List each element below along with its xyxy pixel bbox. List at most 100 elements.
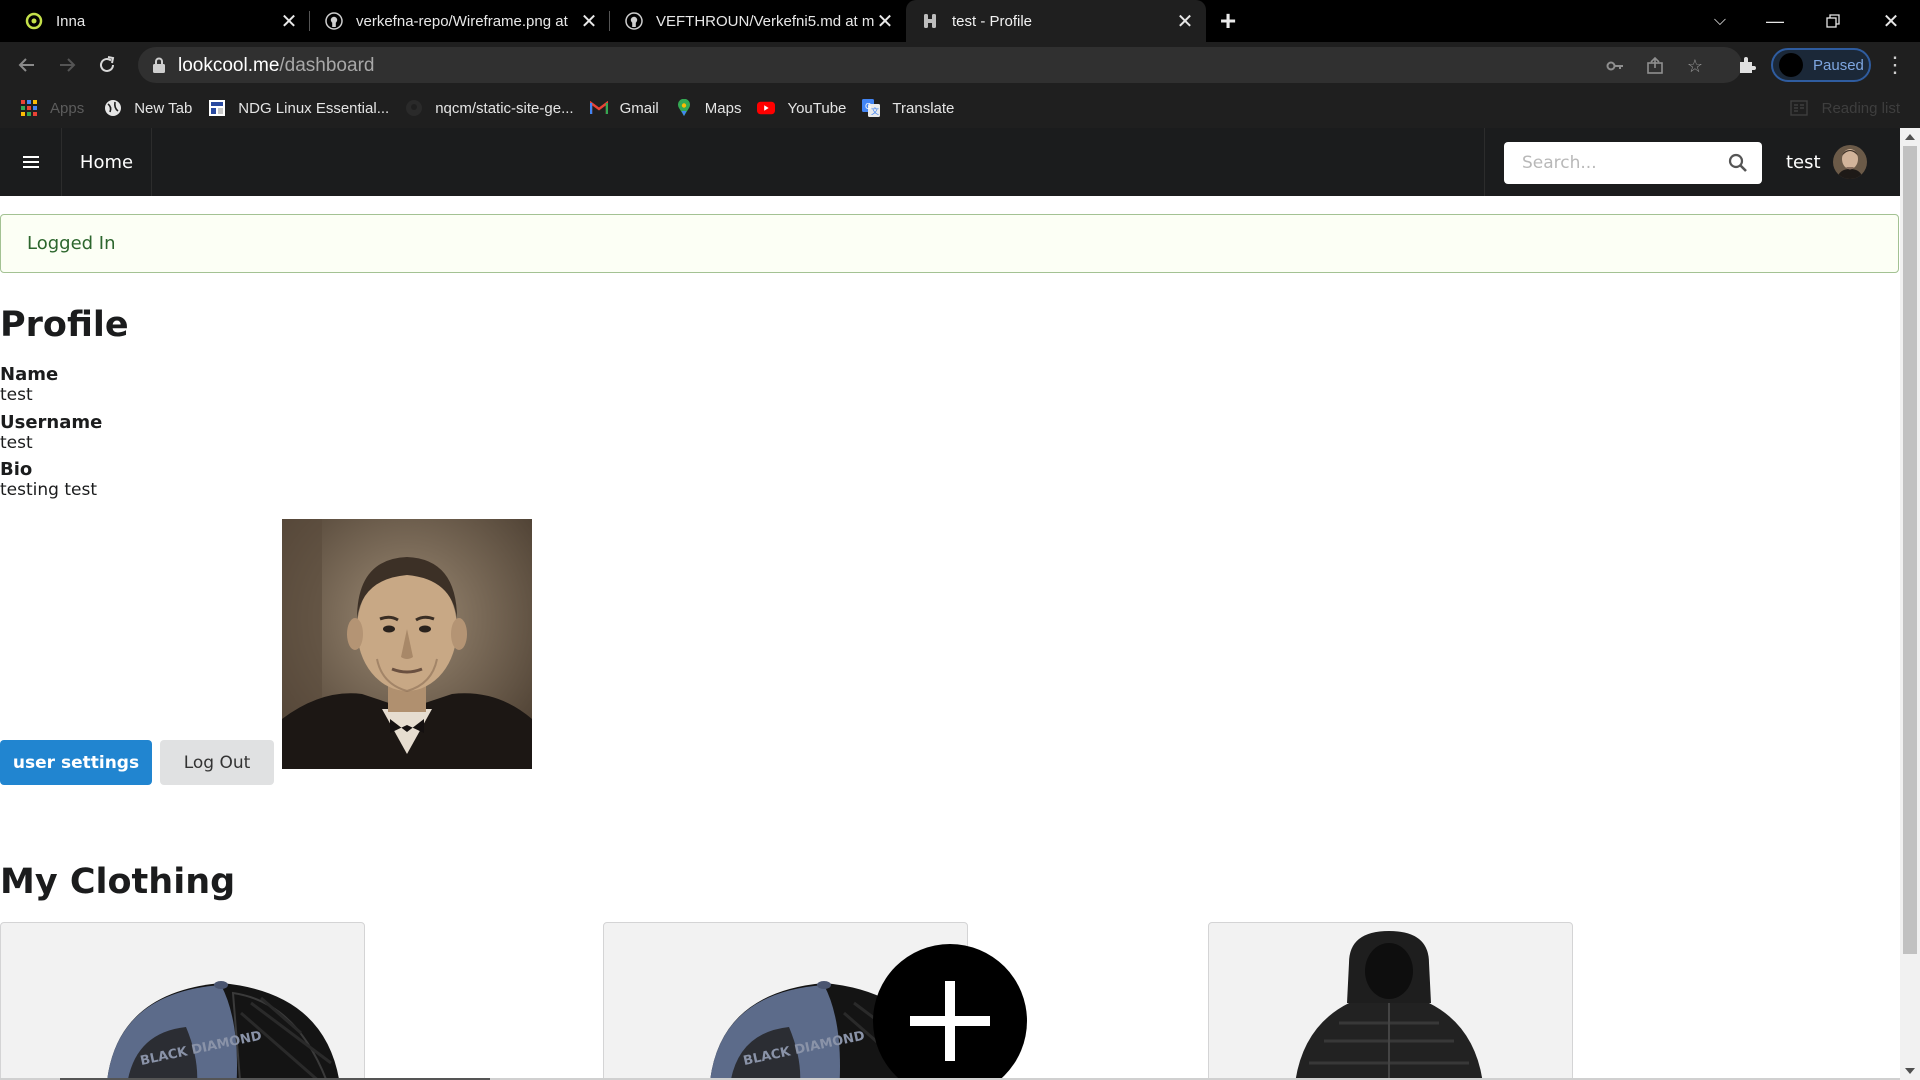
user-settings-button[interactable]: user settings xyxy=(0,740,152,785)
login-alert: Logged In xyxy=(0,214,1899,273)
url-host: lookcool.me xyxy=(178,55,280,76)
tab-strip: Inna ✕ verkefna-repo/Wireframe.png at ✕ … xyxy=(0,0,1920,42)
profile-photo xyxy=(282,519,532,769)
page-scrollbar[interactable] xyxy=(1900,128,1920,1080)
username-field-label: Username xyxy=(0,412,103,433)
globe-icon xyxy=(104,99,122,117)
tab-title: VEFTHROUN/Verkefni5.md at ma xyxy=(656,12,874,30)
page-icon xyxy=(920,11,940,31)
ring-icon xyxy=(24,11,44,31)
browser-tab[interactable]: Inna ✕ xyxy=(0,0,310,42)
restore-icon[interactable] xyxy=(1810,0,1856,42)
browser-tab-active[interactable]: test - Profile ✕ xyxy=(906,0,1206,42)
site-navbar: Home test xyxy=(0,128,1900,196)
bookmark-label: Translate xyxy=(892,99,955,117)
bookmark-nqcm[interactable]: nqcm/static-site-ge... xyxy=(405,99,574,117)
site-search xyxy=(1504,142,1762,184)
bookmark-label: Maps xyxy=(704,99,742,117)
new-tab-button[interactable]: + xyxy=(1206,0,1250,42)
bookmark-youtube[interactable]: YouTube xyxy=(757,99,846,117)
avatar xyxy=(1832,145,1867,179)
tab-title: test - Profile xyxy=(952,12,1033,30)
bio-label: Bio xyxy=(0,459,33,480)
nav-home-link[interactable]: Home xyxy=(62,128,152,196)
plus-icon xyxy=(910,981,990,1061)
svg-text:文: 文 xyxy=(871,106,879,116)
tab-title: Inna xyxy=(56,12,86,30)
reading-list-icon xyxy=(1789,100,1808,116)
bookmark-label: NDG Linux Essential... xyxy=(238,99,390,117)
reload-icon[interactable] xyxy=(92,50,122,80)
clothing-card[interactable]: BLACK DIAMOND xyxy=(0,922,365,1080)
page-viewport: Home test Logged In Profile Name test xyxy=(0,128,1900,1080)
tab-search-icon[interactable]: ⌵ xyxy=(1700,0,1740,42)
scroll-up-icon[interactable] xyxy=(1905,134,1915,140)
page-title: Profile xyxy=(0,305,129,345)
translate-icon: G文 xyxy=(862,99,881,117)
bookmark-label: YouTube xyxy=(787,99,847,117)
address-bar-row: lookcool.me/dashboard ☆ Paused ⋮ xyxy=(0,42,1920,88)
bookmarks-bar: Apps New Tab NDG Linux Essential... nqcm… xyxy=(0,88,1920,128)
bookmark-gmail[interactable]: Gmail xyxy=(589,99,659,117)
browser-tab[interactable]: VEFTHROUN/Verkefni5.md at ma ✕ xyxy=(610,0,906,42)
bookmark-label: Apps xyxy=(50,99,85,117)
address-field[interactable]: lookcool.me/dashboard ☆ xyxy=(138,47,1742,83)
reading-list-label: Reading list xyxy=(1821,99,1900,117)
close-icon[interactable]: ✕ xyxy=(1174,10,1196,33)
close-icon[interactable]: ✕ xyxy=(874,10,896,33)
username-value: test xyxy=(0,433,33,453)
clothing-card[interactable] xyxy=(1208,922,1573,1080)
trucker-cap-image: BLACK DIAMOND xyxy=(107,981,340,1080)
back-icon[interactable] xyxy=(12,50,42,80)
username-label: test xyxy=(1786,151,1821,173)
browser-tab[interactable]: verkefna-repo/Wireframe.png at ✕ xyxy=(310,0,610,42)
url-path: /dashboard xyxy=(279,55,375,76)
name-label: Name xyxy=(0,364,59,385)
forward-icon[interactable] xyxy=(52,50,82,80)
apps-grid-icon xyxy=(20,99,38,117)
extensions-icon[interactable] xyxy=(1732,50,1762,80)
tab-title: verkefna-repo/Wireframe.png at xyxy=(356,12,568,30)
close-icon[interactable]: ✕ xyxy=(278,10,300,33)
menu-dots-icon[interactable]: ⋮ xyxy=(1880,50,1910,80)
github-icon xyxy=(324,11,344,31)
nav-divider xyxy=(1484,128,1485,196)
key-icon[interactable] xyxy=(1604,55,1626,77)
maps-icon xyxy=(675,99,693,117)
minimize-icon[interactable]: — xyxy=(1752,0,1798,42)
logout-button[interactable]: Log Out xyxy=(160,740,274,785)
lock-icon xyxy=(152,57,166,73)
bookmark-label: New Tab xyxy=(134,99,193,117)
bookmark-translate[interactable]: G文 Translate xyxy=(862,99,954,117)
star-icon[interactable]: ☆ xyxy=(1684,55,1706,77)
reading-list-button[interactable]: Reading list xyxy=(1789,88,1900,128)
bookmark-label: Gmail xyxy=(619,99,659,117)
close-icon[interactable]: ✕ xyxy=(578,10,600,33)
ndg-icon xyxy=(208,99,226,117)
url-text: lookcool.me/dashboard xyxy=(178,55,374,77)
scrollbar-thumb[interactable] xyxy=(1903,146,1917,954)
bookmark-ndg-linux[interactable]: NDG Linux Essential... xyxy=(208,99,389,117)
gmail-icon xyxy=(589,99,608,117)
user-menu[interactable]: test xyxy=(1786,128,1867,196)
share-icon[interactable] xyxy=(1644,55,1666,77)
section-title-clothing: My Clothing xyxy=(0,862,236,902)
hamburger-menu-icon[interactable] xyxy=(0,128,62,196)
youtube-icon xyxy=(757,99,776,117)
puffer-jacket-image xyxy=(1295,931,1483,1080)
github-icon xyxy=(405,99,423,117)
avatar xyxy=(1779,53,1803,77)
bio-value: testing test xyxy=(0,480,97,500)
bookmark-new-tab[interactable]: New Tab xyxy=(104,99,192,117)
add-clothing-button[interactable] xyxy=(873,944,1027,1080)
profile-button[interactable]: Paused xyxy=(1771,48,1871,82)
scroll-down-icon[interactable] xyxy=(1905,1068,1915,1074)
name-value: test xyxy=(0,385,33,405)
window-close-icon[interactable]: ✕ xyxy=(1868,0,1914,42)
github-icon xyxy=(624,11,644,31)
bookmark-maps[interactable]: Maps xyxy=(675,99,742,117)
search-input[interactable] xyxy=(1504,142,1724,184)
bookmark-apps[interactable]: Apps xyxy=(20,99,84,117)
search-icon[interactable] xyxy=(1728,153,1748,173)
profile-status: Paused xyxy=(1813,56,1864,74)
